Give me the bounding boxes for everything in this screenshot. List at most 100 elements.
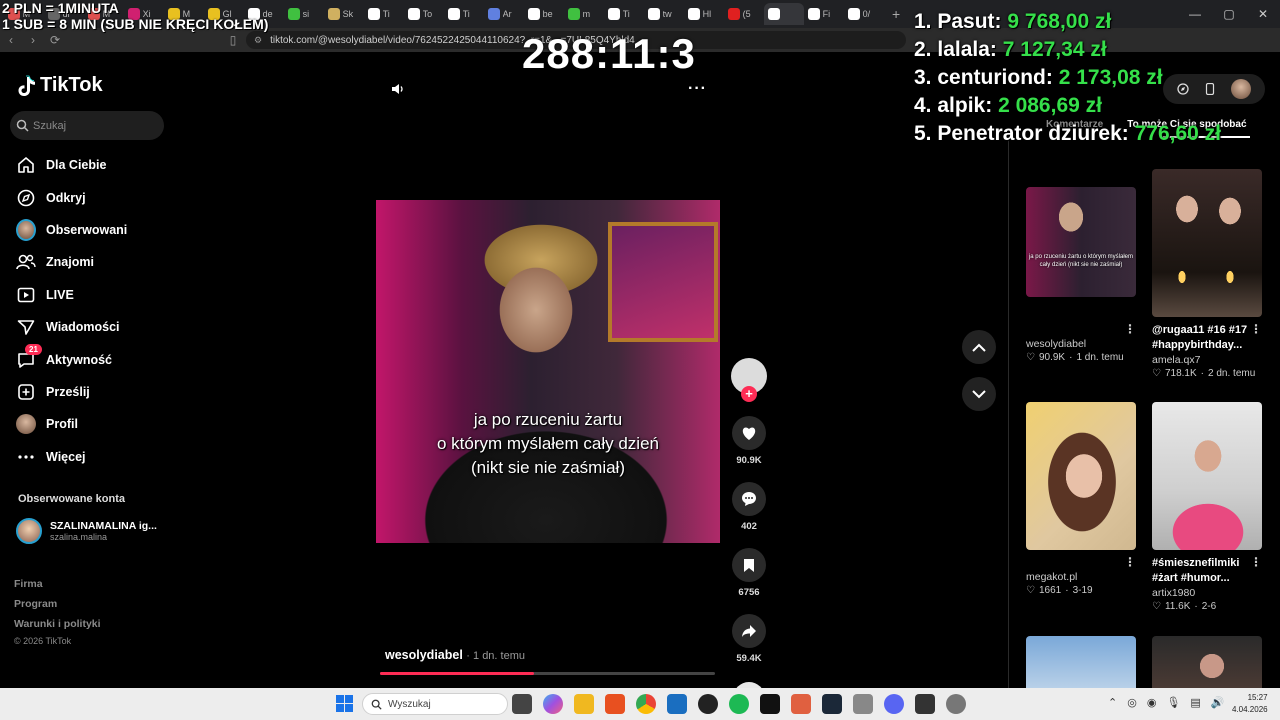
browser-tab[interactable]: be bbox=[524, 3, 564, 25]
comment-button[interactable] bbox=[732, 482, 766, 516]
taskbar-search-input[interactable] bbox=[388, 698, 488, 710]
browser-tab[interactable]: Ti bbox=[364, 3, 404, 25]
browser-tab[interactable]: 0/ bbox=[844, 3, 884, 25]
tiktok-logo[interactable]: TikTok bbox=[16, 74, 103, 97]
browser-tab[interactable]: m bbox=[564, 3, 604, 25]
sidebar-item-prześlij[interactable]: Prześlij bbox=[16, 376, 176, 408]
card-time: 3-19 bbox=[1072, 585, 1093, 596]
obs-icon[interactable] bbox=[698, 694, 718, 714]
browser-tab[interactable]: Ar bbox=[484, 3, 524, 25]
task-view-icon[interactable] bbox=[512, 694, 532, 714]
forward-button[interactable]: › bbox=[22, 33, 44, 47]
recommended-video-thumbnail[interactable] bbox=[1152, 636, 1262, 688]
back-button[interactable]: ‹ bbox=[0, 33, 22, 47]
author-avatar[interactable]: + bbox=[731, 358, 767, 402]
network-icon[interactable]: ▤ bbox=[1190, 696, 1200, 709]
sidebar-item-profil[interactable]: Profil bbox=[16, 408, 176, 440]
store-icon[interactable] bbox=[667, 694, 687, 714]
discord-icon[interactable] bbox=[884, 694, 904, 714]
sidebar-item-aktywność[interactable]: 21 Aktywność bbox=[16, 343, 176, 375]
taskbar-search[interactable] bbox=[362, 693, 508, 715]
user-avatar[interactable] bbox=[1231, 79, 1251, 99]
chrome-icon[interactable] bbox=[636, 694, 656, 714]
recommended-video-card[interactable]: ⋮ #śmiesznefilmiki #żart #humor... artix… bbox=[1152, 402, 1264, 614]
footer-link-program[interactable]: Program bbox=[14, 594, 101, 614]
brave-icon[interactable] bbox=[605, 694, 625, 714]
video-thumbnail[interactable] bbox=[1026, 402, 1136, 550]
sidebar-item-live[interactable]: LIVE bbox=[16, 279, 176, 311]
search-box[interactable] bbox=[10, 111, 164, 140]
site-info-icon[interactable]: ⚙ bbox=[254, 35, 262, 46]
brave-alt-icon[interactable] bbox=[791, 694, 811, 714]
sidebar-item-wiadomości[interactable]: Wiadomości bbox=[16, 311, 176, 343]
video-thumbnail[interactable]: ja po rzuceniu żartu o którym myślałem c… bbox=[1026, 187, 1136, 297]
video-more-options-button[interactable]: ··· bbox=[688, 80, 707, 98]
card-user[interactable]: megakot.pl bbox=[1026, 570, 1138, 584]
browser-tab[interactable]: tw bbox=[644, 3, 684, 25]
reload-button[interactable]: ⟳ bbox=[44, 33, 66, 47]
spotify-icon[interactable] bbox=[729, 694, 749, 714]
browser-tab[interactable]: Sk bbox=[324, 3, 364, 25]
search-input[interactable] bbox=[33, 119, 153, 132]
next-video-button[interactable] bbox=[962, 377, 996, 411]
tray-app-icon[interactable]: ◉ bbox=[1147, 696, 1157, 709]
volume-icon[interactable]: 🔊 bbox=[1211, 696, 1225, 709]
browser-tab[interactable]: Ti bbox=[604, 3, 644, 25]
card-more-icon[interactable]: ⋮ bbox=[1250, 322, 1262, 336]
video-thumbnail[interactable] bbox=[1152, 402, 1262, 550]
steam-icon[interactable] bbox=[822, 694, 842, 714]
calculator-icon[interactable] bbox=[853, 694, 873, 714]
caption-line-1: ja po rzuceniu żartu bbox=[473, 410, 623, 429]
card-user[interactable]: wesolydiabel bbox=[1026, 337, 1138, 351]
file-explorer-icon[interactable] bbox=[574, 694, 594, 714]
start-button[interactable] bbox=[336, 695, 353, 717]
footer-link-terms[interactable]: Warunki i polityki bbox=[14, 614, 101, 634]
like-button[interactable] bbox=[732, 416, 766, 450]
previous-video-button[interactable] bbox=[962, 330, 996, 364]
video-thumbnail[interactable] bbox=[1152, 169, 1262, 317]
follow-button[interactable]: + bbox=[741, 386, 757, 402]
card-title[interactable]: #śmiesznefilmiki #żart #humor... bbox=[1152, 556, 1252, 586]
recommended-video-thumbnail[interactable] bbox=[1026, 636, 1136, 688]
video-progress-bar[interactable] bbox=[380, 672, 715, 675]
microphone-icon[interactable]: 🎙 bbox=[1166, 696, 1180, 709]
recommended-video-card[interactable]: ⋮ @rugaa11 #16 #17 #happybirthday... ame… bbox=[1152, 169, 1264, 381]
save-button[interactable] bbox=[732, 548, 766, 582]
browser-tab[interactable]: Fi bbox=[804, 3, 844, 25]
sidebar-item-więcej[interactable]: Więcej bbox=[16, 441, 176, 473]
card-more-icon[interactable]: ⋮ bbox=[1250, 555, 1262, 569]
close-window-button[interactable]: ✕ bbox=[1246, 7, 1280, 21]
browser-tab[interactable]: Hl bbox=[684, 3, 724, 25]
volume-button[interactable] bbox=[391, 82, 405, 101]
bookmark-icon[interactable]: ▯ bbox=[222, 33, 244, 47]
browser-tab[interactable]: Ti bbox=[444, 3, 484, 25]
browser-tab[interactable]: To bbox=[404, 3, 444, 25]
app-icon[interactable] bbox=[915, 694, 935, 714]
sidebar-item-znajomi[interactable]: Znajomi bbox=[16, 246, 176, 278]
browser-tab[interactable]: si bbox=[284, 3, 324, 25]
tray-app-icon[interactable]: ◎ bbox=[1127, 696, 1137, 709]
card-user[interactable]: amela.qx7 bbox=[1152, 353, 1264, 367]
followed-account-item[interactable]: SZALINAMALINA ig... szalina.malina bbox=[16, 518, 157, 544]
share-button[interactable] bbox=[732, 614, 766, 648]
footer-link-company[interactable]: Firma bbox=[14, 574, 101, 594]
recommended-video-card[interactable]: ⋮ megakot.pl ♡ 1661 · 3-19 bbox=[1026, 402, 1138, 598]
settings-icon[interactable] bbox=[946, 694, 966, 714]
copilot-icon[interactable] bbox=[543, 694, 563, 714]
card-more-icon[interactable]: ⋮ bbox=[1124, 555, 1136, 569]
app-icon[interactable] bbox=[760, 694, 780, 714]
new-tab-button[interactable]: + bbox=[884, 6, 908, 22]
recommended-video-card[interactable]: ja po rzuceniu żartu o którym myślałem c… bbox=[1026, 187, 1138, 365]
sidebar-item-odkryj[interactable]: Odkryj bbox=[16, 181, 176, 213]
card-more-icon[interactable]: ⋮ bbox=[1124, 322, 1136, 336]
video-player[interactable]: ja po rzuceniu żartu o którym myślałem c… bbox=[376, 200, 720, 543]
browser-tab[interactable]: (5 bbox=[724, 3, 764, 25]
sidebar-item-obserwowani[interactable]: Obserwowani bbox=[16, 214, 176, 246]
card-title[interactable]: @rugaa11 #16 #17 #happybirthday... bbox=[1152, 323, 1252, 353]
taskbar-clock[interactable]: 15:27 4.04.2026 bbox=[1232, 692, 1268, 716]
tray-chevron-icon[interactable]: ⌃ bbox=[1108, 696, 1117, 709]
sidebar-item-dla-ciebie[interactable]: Dla Ciebie bbox=[16, 149, 176, 181]
card-user[interactable]: artix1980 bbox=[1152, 586, 1264, 600]
video-author[interactable]: wesolydiabel bbox=[385, 648, 463, 662]
browser-tab[interactable] bbox=[764, 3, 804, 25]
